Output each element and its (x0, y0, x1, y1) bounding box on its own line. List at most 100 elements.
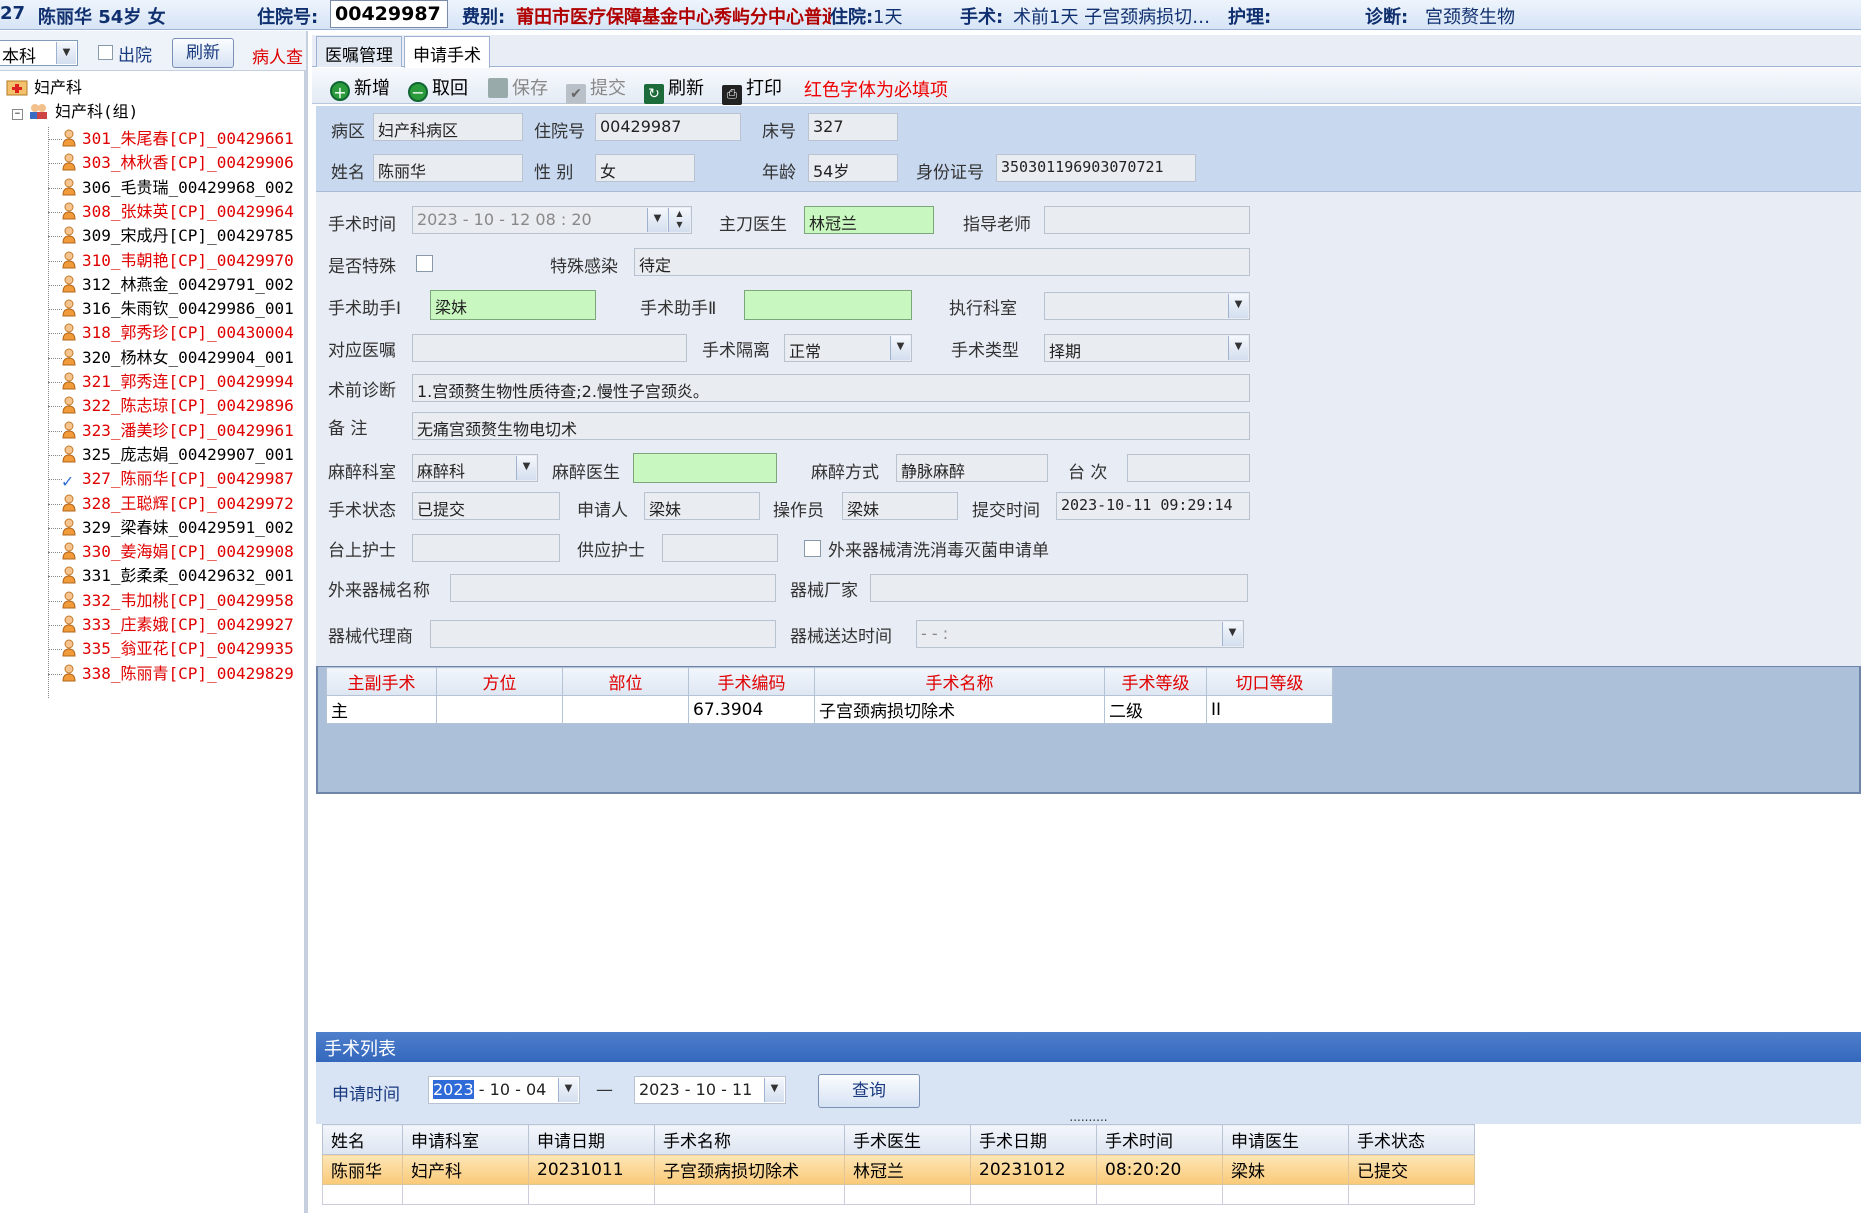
operations-column-header[interactable]: 手术编码 (688, 667, 815, 696)
chevron-down-icon[interactable]: ▼ (56, 42, 76, 64)
operations-cell[interactable]: 67.3904 (688, 695, 815, 724)
patient-tree-item[interactable]: 312_林燕金_00429791_002 (62, 273, 294, 297)
surgery-list-column-header[interactable]: 手术医生 (844, 1124, 971, 1155)
save-button[interactable]: 保存 (488, 74, 548, 100)
chevron-down-icon[interactable]: ▼ (890, 336, 910, 360)
id-field[interactable]: 350301196903070721 (996, 154, 1196, 182)
prediag-field[interactable]: 1.宫颈赘生物性质待查;2.慢性子宫颈炎。 (412, 374, 1250, 402)
patient-tree-item[interactable]: 306_毛贵瑞_00429968_002 (62, 176, 294, 200)
chevron-down-icon[interactable]: ▼ (1222, 622, 1242, 646)
patient-tree-item[interactable]: 310_韦朝艳[CP]_00429970 (62, 249, 294, 273)
patient-tree-item[interactable]: 335_翁亚花[CP]_00429935 (62, 637, 294, 661)
surgery-list-cell[interactable]: 子宫颈病损切除术 (654, 1154, 845, 1185)
submit-button[interactable]: ✔ 提交 (566, 74, 626, 104)
operator-field[interactable]: 梁妹 (842, 492, 958, 520)
surgery-list-cell[interactable]: 林冠兰 (844, 1154, 971, 1185)
patient-tree-item[interactable]: ✓ 327_陈丽华[CP]_00429987 (62, 467, 294, 492)
operations-cell[interactable]: 主 (326, 695, 437, 724)
patient-tree-item[interactable]: 325_庞志娟_00429907_001 (62, 443, 294, 467)
admno-field[interactable]: 00429987 (595, 113, 741, 141)
submittime-field[interactable]: 2023-10-11 09:29:14 (1056, 492, 1250, 520)
patient-tree-item[interactable]: 323_潘美珍[CP]_00429961 (62, 419, 294, 443)
patient-tree-item[interactable]: 309_宋成丹[CP]_00429785 (62, 224, 294, 248)
surgery-list-column-header[interactable]: 手术时间 (1096, 1124, 1223, 1155)
surgery-list-cell[interactable]: 陈丽华 (322, 1154, 403, 1185)
from-date-picker[interactable]: 2023 - 10 - 04 ▼ (428, 1076, 580, 1104)
surgery-list-column-header[interactable]: 手术名称 (654, 1124, 845, 1155)
operations-cell[interactable] (562, 695, 689, 724)
bed-field[interactable]: 327 (808, 113, 898, 141)
applicant-field[interactable]: 梁妹 (644, 492, 760, 520)
dept-select[interactable]: 本科 ▼ (0, 40, 78, 66)
tree-root-node[interactable]: 妇产科 (6, 76, 82, 100)
supnurse-field[interactable] (662, 534, 778, 562)
patient-tree-item[interactable]: 301_朱尾春[CP]_00429661 (62, 127, 294, 151)
patient-tree-item[interactable]: 316_朱雨钦_00429986_001 (62, 297, 294, 321)
splitter-handle[interactable]: .......... (316, 1111, 1861, 1124)
surgery-list-cell[interactable]: 梁妹 (1222, 1154, 1349, 1185)
delivery-select[interactable]: - - : ▼ (916, 620, 1244, 648)
age-field[interactable]: 54岁 (808, 154, 898, 182)
spin-icon[interactable]: ▲ ▼ (668, 208, 690, 232)
anesmethod-field[interactable]: 静脉麻醉 (896, 454, 1048, 482)
special-checkbox[interactable] (416, 255, 433, 272)
anesdept-select[interactable]: 麻醉科 ▼ (412, 454, 538, 482)
operations-column-header[interactable]: 手术名称 (814, 667, 1105, 696)
discharged-checkbox[interactable] (98, 45, 113, 60)
new-button[interactable]: + 新增 (330, 74, 390, 102)
collapse-icon[interactable]: − (12, 109, 23, 120)
surgery-list-row[interactable]: 陈丽华 妇产科 20231011 子宫颈病损切除术 林冠兰 20231012 08:20:2… (322, 1154, 1475, 1185)
admission-number[interactable]: 00429987 (330, 0, 448, 28)
anesdoc-field[interactable] (633, 453, 777, 483)
ext-clean-checkbox[interactable] (804, 540, 821, 557)
refresh-button[interactable]: ↻ 刷新 (644, 74, 704, 104)
patient-tree-item[interactable]: 303_林秋香[CP]_00429906 (62, 151, 294, 175)
mentor-field[interactable] (1044, 206, 1250, 234)
isolation-select[interactable]: 正常 ▼ (784, 334, 912, 362)
surgery-list-column-header[interactable]: 手术状态 (1348, 1124, 1475, 1155)
patient-tree-item[interactable]: 333_庄素娥[CP]_00429927 (62, 613, 294, 637)
operations-row[interactable]: 主 67.3904 子宫颈病损切除术 二级 II (326, 695, 1333, 724)
operations-cell[interactable]: 子宫颈病损切除术 (814, 695, 1105, 724)
patient-tree-item[interactable]: 328_王聪辉[CP]_00429972 (62, 492, 294, 516)
calendar-dropdown-icon[interactable]: ▼ (558, 1078, 578, 1102)
tab-surgery-request[interactable]: 申请手术 (404, 36, 490, 68)
surgery-list-column-header[interactable]: 申请科室 (402, 1124, 529, 1155)
calendar-dropdown-icon[interactable]: ▼ (764, 1078, 784, 1102)
surgery-list-column-header[interactable]: 姓名 (322, 1124, 403, 1155)
operations-column-header[interactable]: 方位 (436, 667, 563, 696)
surgery-list-cell[interactable]: 已提交 (1348, 1154, 1475, 1185)
execdept-select[interactable]: ▼ (1044, 292, 1250, 320)
patient-tree-item[interactable]: 332_韦加桃[CP]_00429958 (62, 589, 294, 613)
chevron-down-icon[interactable]: ▼ (1228, 294, 1248, 318)
maker-field[interactable] (870, 574, 1248, 602)
operations-column-header[interactable]: 切口等级 (1206, 667, 1333, 696)
surgery-list-cell[interactable]: 08:20:20 (1096, 1154, 1223, 1185)
nurse-field[interactable] (412, 534, 560, 562)
agent-field[interactable] (430, 620, 776, 648)
chevron-down-icon[interactable]: ▼ (1228, 336, 1248, 360)
withdraw-button[interactable]: − 取回 (408, 74, 468, 102)
surgery-list-cell[interactable]: 20231012 (970, 1154, 1097, 1185)
patient-tree-item[interactable]: 320_杨林女_00429904_001 (62, 346, 294, 370)
refresh-patients-button[interactable]: 刷新 (172, 38, 234, 68)
order-field[interactable] (412, 334, 687, 362)
ward-field[interactable]: 妇产科病区 (373, 113, 523, 141)
status-field[interactable]: 已提交 (412, 492, 560, 520)
patient-tree-item[interactable]: 322_陈志琼[CP]_00429896 (62, 394, 294, 418)
chevron-down-icon[interactable]: ▼ (647, 208, 667, 232)
extname-field[interactable] (450, 574, 776, 602)
query-button[interactable]: 查询 (818, 1074, 920, 1108)
sex-field[interactable]: 女 (595, 154, 695, 182)
patient-tree-item[interactable]: 330_姜海娟[CP]_00429908 (62, 540, 294, 564)
operations-cell[interactable] (436, 695, 563, 724)
operations-column-header[interactable]: 部位 (562, 667, 689, 696)
optime-field[interactable]: 2023 - 10 - 12 08 : 20 ▼ ▲ ▼ (412, 206, 692, 234)
surgery-list-column-header[interactable]: 手术日期 (970, 1124, 1097, 1155)
table-order-field[interactable] (1127, 454, 1250, 482)
print-button[interactable]: ⎙ 打印 (722, 74, 782, 105)
surgery-list-column-header[interactable]: 申请医生 (1222, 1124, 1349, 1155)
to-date-picker[interactable]: 2023 - 10 - 11 ▼ (634, 1076, 786, 1104)
tree-group-node[interactable]: − 妇产科(组) (12, 100, 138, 124)
patient-lookup-link[interactable]: 病人查 (252, 43, 303, 68)
